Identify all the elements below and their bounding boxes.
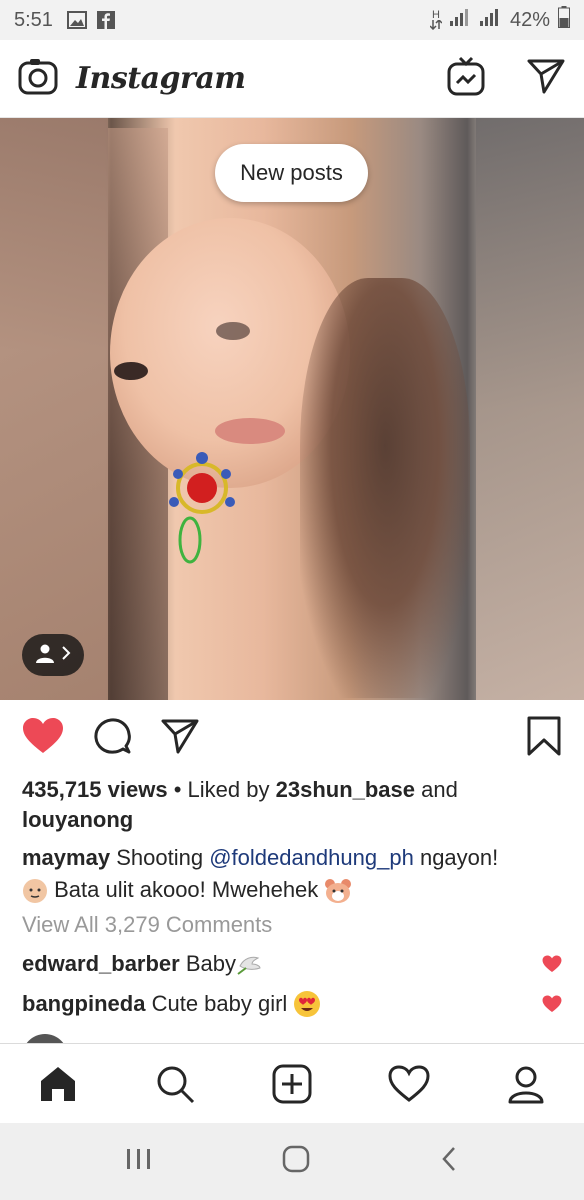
baby-emoji-icon	[22, 878, 48, 904]
battery-percent: 42%	[509, 8, 550, 31]
signal-icon-2	[479, 8, 502, 32]
facebook-notification-icon	[96, 11, 115, 29]
like-heart-icon[interactable]	[22, 717, 64, 755]
hamster-emoji-icon	[324, 878, 352, 904]
comment-user[interactable]: edward_barber	[22, 951, 180, 977]
post-caption: maymay Shooting @foldedandhung_ph ngayon…	[22, 842, 567, 906]
direct-message-icon[interactable]	[526, 57, 566, 100]
activity-heart-icon[interactable]	[379, 1054, 439, 1114]
home-icon[interactable]	[28, 1054, 88, 1114]
new-posts-pill[interactable]: New posts	[215, 144, 368, 202]
photo-lips	[215, 418, 285, 444]
back-icon[interactable]	[439, 1145, 459, 1178]
header-actions	[446, 56, 566, 101]
person-icon	[35, 643, 55, 668]
caption-text2: ngayon!	[419, 845, 499, 870]
status-time: 5:51	[14, 8, 53, 31]
photo-right-blur	[476, 118, 584, 700]
dot-separator: •	[173, 777, 188, 802]
profile-icon[interactable]	[496, 1054, 556, 1114]
post-photo[interactable]	[0, 118, 584, 700]
comment-like-heart-icon[interactable]	[542, 995, 562, 1013]
photo-hair-right	[300, 278, 470, 698]
liked-user[interactable]: 23shun_base	[276, 777, 415, 802]
camera-icon[interactable]	[18, 57, 58, 100]
heart-eyes-emoji-icon	[293, 990, 321, 1018]
post-views-likes: 435,715 views • Liked by 23shun_base and…	[22, 775, 562, 835]
comment-text: Cute baby girl	[151, 991, 288, 1016]
igtv-icon[interactable]	[446, 56, 486, 101]
comment-user[interactable]: bangpineda	[22, 991, 145, 1017]
home-button-icon[interactable]	[282, 1145, 310, 1178]
liked-by-prefix: Liked by	[187, 777, 270, 802]
caption-author[interactable]: maymay	[22, 845, 110, 870]
caption-mention[interactable]: @foldedandhung_ph	[209, 845, 414, 870]
bottom-nav	[0, 1043, 584, 1123]
photo-eye-right	[216, 322, 250, 340]
chevron-right-icon	[61, 645, 71, 666]
recent-apps-icon[interactable]	[125, 1147, 153, 1176]
app-header: Instagram	[0, 40, 584, 118]
share-icon[interactable]	[160, 717, 200, 755]
comment-row: bangpineda Cute baby girl	[22, 990, 562, 1018]
views-count[interactable]: 435,715 views	[22, 777, 168, 802]
photo-eye-left	[114, 362, 148, 380]
search-icon[interactable]	[145, 1054, 205, 1114]
pacifier-sticker-icon	[166, 450, 236, 575]
photo-left-blur	[0, 118, 108, 700]
network-type-label: H	[431, 9, 440, 21]
status-right: H 42%	[429, 6, 570, 34]
bookmark-icon[interactable]	[526, 716, 562, 756]
dove-emoji-icon	[236, 952, 262, 976]
status-bar: 5:51 H 42%	[0, 0, 584, 40]
comment-text: Baby	[185, 951, 237, 976]
battery-icon	[558, 6, 570, 34]
post-actions	[0, 700, 584, 772]
comment-icon[interactable]	[92, 716, 132, 756]
add-post-icon[interactable]	[262, 1054, 322, 1114]
caption-text1: Shooting	[116, 845, 204, 870]
gallery-notification-icon	[66, 11, 87, 29]
view-all-comments[interactable]: View All 3,279 Comments	[22, 912, 272, 938]
comment-like-heart-icon[interactable]	[542, 955, 562, 973]
tagged-users-button[interactable]	[22, 634, 84, 676]
network-type-icon: H	[429, 9, 442, 30]
system-nav	[0, 1123, 584, 1200]
caption-text3: Bata ulit akooo! Mwehehek	[54, 877, 319, 902]
liked-user2[interactable]: louyanong	[22, 807, 133, 832]
comment-row: edward_barber Baby	[22, 951, 562, 977]
signal-icon	[449, 8, 472, 32]
liked-and: and	[421, 777, 458, 802]
instagram-logo: Instagram	[76, 61, 246, 96]
